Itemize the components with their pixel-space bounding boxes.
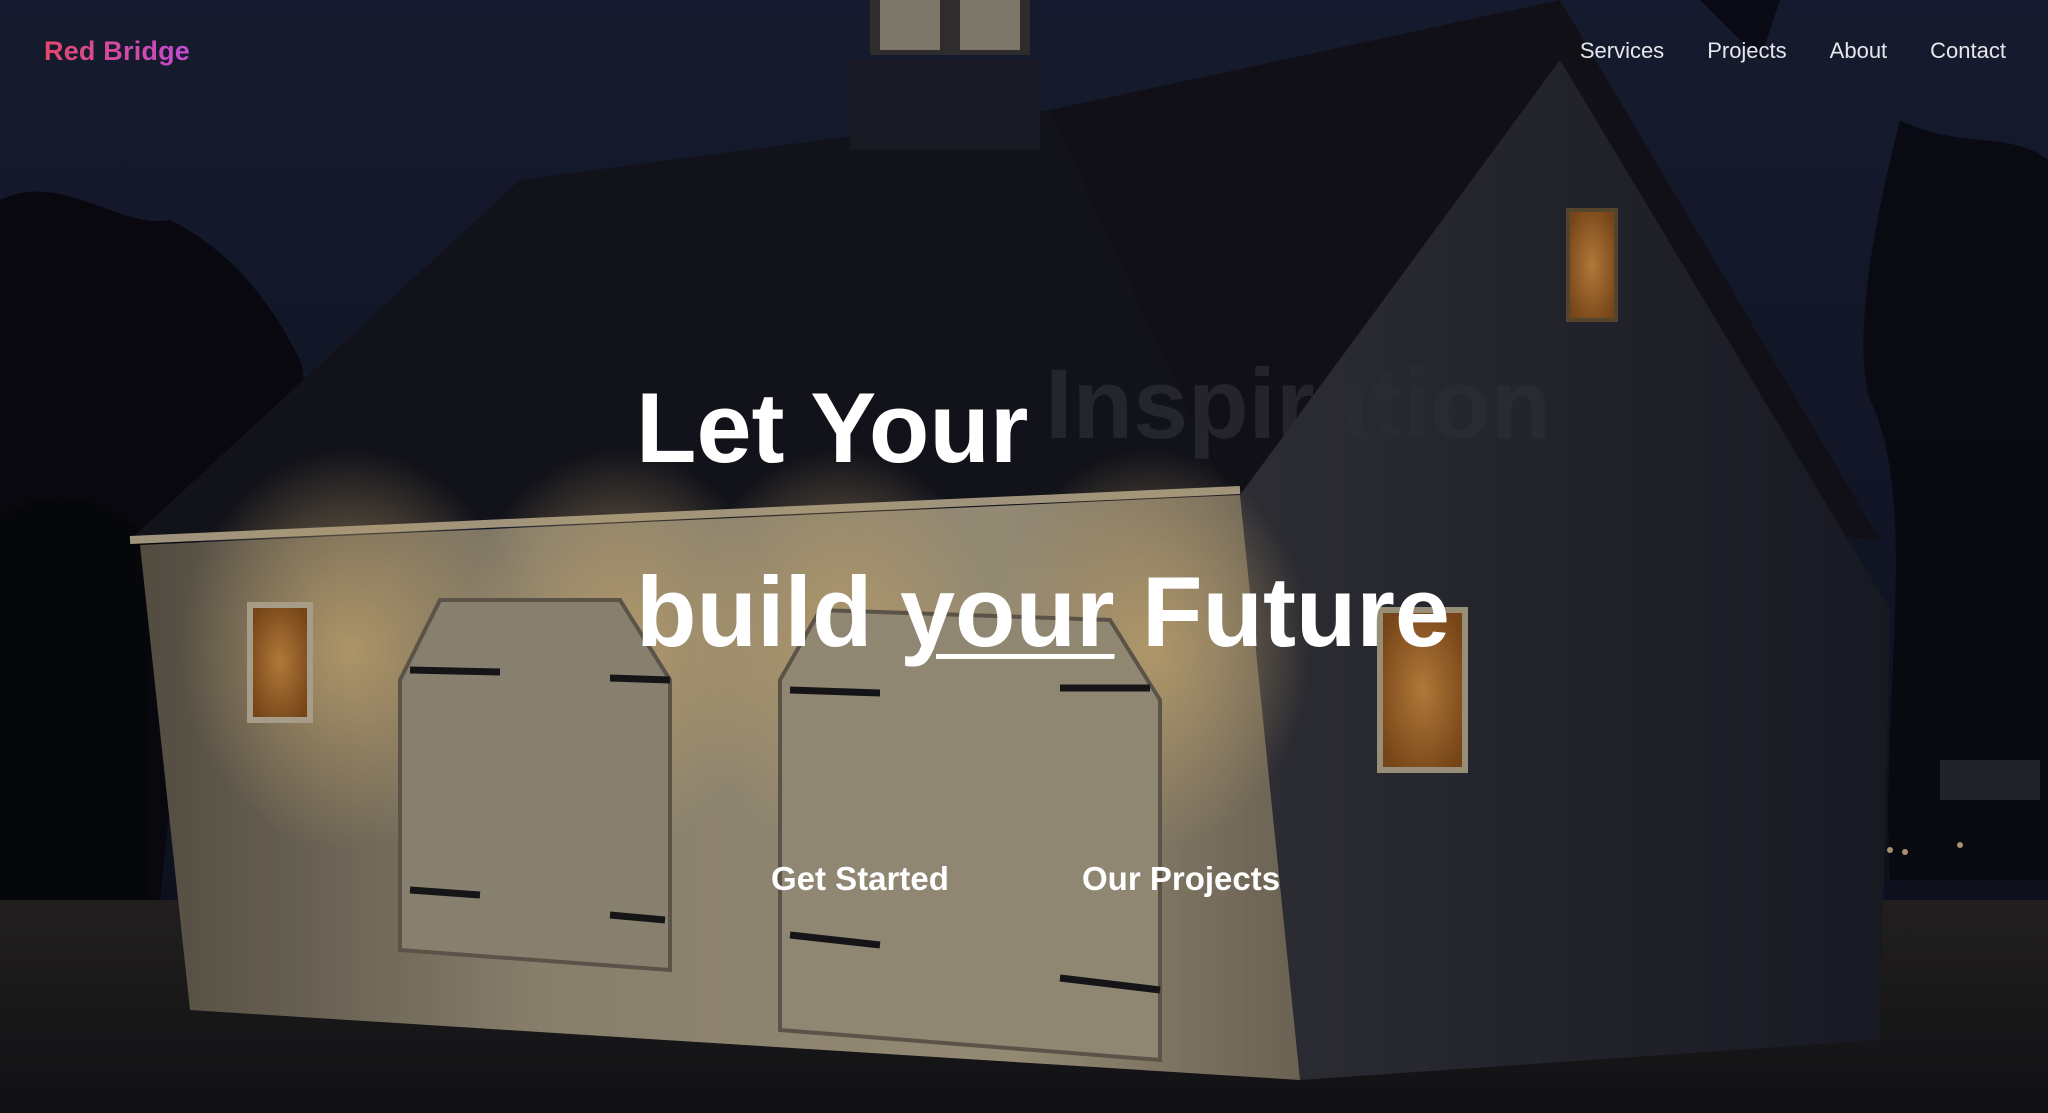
top-navbar: Red Bridge Services Projects About Conta… <box>0 0 2048 106</box>
nav-link-about[interactable]: About <box>1830 38 1888 64</box>
nav-link-contact[interactable]: Contact <box>1930 38 2006 64</box>
dark-overlay <box>0 0 2048 1113</box>
our-projects-button[interactable]: Our Projects <box>1082 860 1280 898</box>
brand-logo[interactable]: Red Bridge <box>44 36 190 67</box>
nav-link-projects[interactable]: Projects <box>1707 38 1786 64</box>
get-started-button[interactable]: Get Started <box>771 860 949 898</box>
nav-link-services[interactable]: Services <box>1580 38 1664 64</box>
hero-section: Red Bridge Services Projects About Conta… <box>0 0 2048 1113</box>
nav-links: Services Projects About Contact <box>1580 38 2006 64</box>
